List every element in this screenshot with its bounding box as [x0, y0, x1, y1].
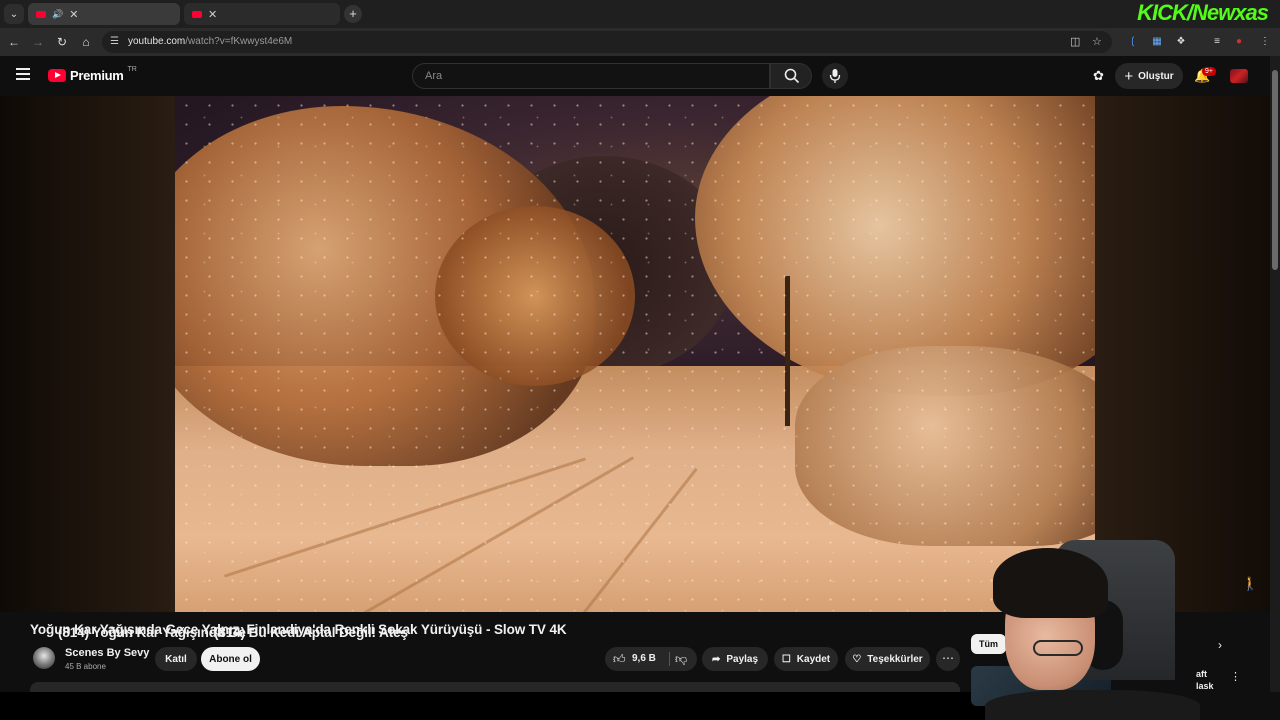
- youtube-premium-logo[interactable]: Premium TR: [48, 66, 137, 83]
- youtube-favicon-icon: [192, 10, 202, 18]
- kick-overlay-logo: KICK/Newxas: [1137, 0, 1269, 25]
- join-label: Katıl: [165, 653, 187, 665]
- account-avatar[interactable]: [1230, 69, 1248, 83]
- search-input[interactable]: [413, 64, 769, 88]
- bookmark-star-icon[interactable]: ☆: [1092, 35, 1102, 48]
- home-icon[interactable]: ⌂: [78, 34, 94, 50]
- browser-toolbar: ← → ↻ ⌂ ☰ youtube.com/watch?v=fKwwyst4e6…: [0, 28, 1280, 56]
- back-icon[interactable]: ←: [6, 34, 22, 50]
- media-control-icon[interactable]: ≡: [1210, 35, 1224, 49]
- install-app-icon[interactable]: ◫: [1070, 35, 1080, 48]
- thanks-icon: ♡: [852, 653, 862, 665]
- streamer-webcam: [985, 540, 1200, 720]
- scrollbar-thumb[interactable]: [1272, 70, 1278, 270]
- premium-badge-icon[interactable]: ✿: [1093, 68, 1104, 84]
- search-button[interactable]: [770, 63, 812, 89]
- subscriber-count: 45 B abone: [65, 662, 106, 671]
- url-text: youtube.com/watch?v=fKwwyst4e6M: [128, 36, 292, 47]
- subscribe-button[interactable]: Abone ol: [201, 647, 260, 671]
- speaker-icon[interactable]: 🔊: [52, 9, 63, 20]
- voice-search-button[interactable]: [822, 63, 848, 89]
- address-bar[interactable]: ☰ youtube.com/watch?v=fKwwyst4e6M ◫ ☆: [102, 31, 1112, 53]
- snowfall: [175, 96, 1095, 612]
- join-button[interactable]: Katıl: [155, 647, 197, 671]
- like-icon[interactable]: 👍︎: [613, 652, 626, 667]
- video-frame[interactable]: [175, 96, 1095, 612]
- youtube-play-icon: [48, 69, 66, 82]
- share-label: Paylaş: [726, 653, 759, 665]
- page-scrollbar[interactable]: [1270, 56, 1280, 692]
- url-path: /watch?v=fKwwyst4e6M: [185, 36, 293, 47]
- extensions-puzzle-icon[interactable]: ❖: [1174, 35, 1188, 49]
- like-dislike-group: 👍︎ 9,6 B 👎︎: [605, 647, 697, 671]
- browser-tab[interactable]: (814) Bu Kedi Aptal Değil! Ateş ✕: [184, 3, 408, 640]
- plus-icon: +: [1124, 67, 1134, 85]
- create-label: Oluştur: [1138, 70, 1174, 82]
- tab-search-button[interactable]: ⌄: [4, 4, 24, 24]
- save-label: Kaydet: [796, 653, 831, 665]
- dislike-icon[interactable]: 👎︎: [675, 652, 687, 667]
- video-player[interactable]: 🚶: [0, 96, 1270, 612]
- translate-icon[interactable]: ▦: [1150, 35, 1164, 49]
- share-icon: ➦: [711, 653, 721, 665]
- notification-badge: 9+: [1202, 67, 1216, 76]
- forward-icon[interactable]: →: [30, 34, 46, 50]
- channel-avatar[interactable]: [33, 647, 55, 669]
- share-button[interactable]: ➦ Paylaş: [702, 647, 768, 671]
- youtube-favicon-icon: [36, 10, 46, 18]
- chevron-down-icon: ⌄: [9, 8, 19, 20]
- new-tab-button[interactable]: +: [344, 5, 362, 23]
- hamburger-menu-icon[interactable]: [16, 68, 30, 80]
- browser-menu-icon[interactable]: ⋮: [1258, 35, 1272, 49]
- microphone-icon: [829, 69, 841, 83]
- create-button[interactable]: + Oluştur: [1115, 63, 1183, 89]
- walking-person-icon: 🚶: [1242, 576, 1259, 591]
- chevron-right-icon[interactable]: ›: [1218, 638, 1222, 652]
- browser-tab-active[interactable]: (814) Yoğun Kar Yağışında Ge 🔊 ✕: [28, 3, 246, 640]
- description-box[interactable]: [30, 682, 960, 692]
- tab-close-icon[interactable]: ✕: [208, 8, 217, 21]
- thanks-label: Teşekkürler: [867, 653, 923, 665]
- search-icon: [784, 68, 800, 84]
- channel-name[interactable]: Scenes By Sevy: [65, 647, 149, 659]
- country-code: TR: [127, 66, 137, 73]
- bookmark-icon: ☐: [781, 653, 791, 665]
- glasses: [1033, 640, 1083, 656]
- subscribe-label: Abone ol: [209, 653, 252, 665]
- video-title: Yoğun Kar Yağışında Gece Yalnız, Finland…: [30, 622, 567, 637]
- site-info-icon[interactable]: ☰: [110, 36, 119, 47]
- kebab-menu-icon[interactable]: ⋮: [1230, 670, 1241, 683]
- profile-icon[interactable]: ●: [1232, 35, 1246, 49]
- more-actions-icon[interactable]: ⋯: [936, 647, 960, 671]
- tab-close-icon[interactable]: ✕: [69, 8, 78, 21]
- thanks-button[interactable]: ♡ Teşekkürler: [845, 647, 930, 671]
- extension-icon[interactable]: ❲: [1126, 35, 1140, 49]
- save-button[interactable]: ☐ Kaydet: [774, 647, 838, 671]
- reload-icon[interactable]: ↻: [54, 34, 70, 50]
- like-count[interactable]: 9,6 B: [632, 653, 656, 664]
- youtube-header: Premium TR ✿ + Oluştur 🔔 9+: [0, 56, 1270, 96]
- logo-text: Premium: [70, 68, 124, 83]
- search-box[interactable]: [412, 63, 770, 89]
- browser-tab-bar: ⌄ (814) Yoğun Kar Yağışında Ge 🔊 ✕ (814)…: [0, 0, 1280, 640]
- url-host: youtube.com: [128, 36, 186, 47]
